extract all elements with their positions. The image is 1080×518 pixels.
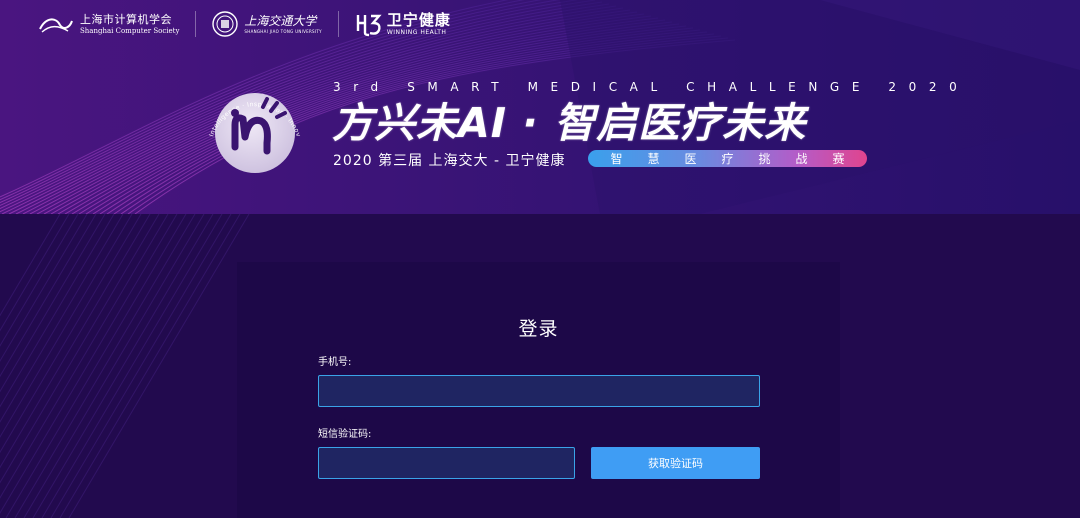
logo-divider xyxy=(337,11,339,37)
challenge-emblem-icon: Intelligence · Inspiration · Innovation xyxy=(205,75,301,173)
background-diagonal-line xyxy=(0,213,160,484)
winning-health-mark-icon xyxy=(356,14,382,37)
sjtu-logo: 上海交通大学 SHANGHAI JIAO TONG UNIVERSITY xyxy=(212,11,322,37)
phone-input[interactable] xyxy=(318,375,760,407)
csc-logo: 上海市计算机学会 Shanghai Computer Society xyxy=(38,13,179,35)
header-banner: 上海市计算机学会 Shanghai Computer Society 上海交通大… xyxy=(0,0,1080,214)
challenge-name-badge: 智慧医疗挑战赛 xyxy=(588,150,867,167)
csc-name-en: Shanghai Computer Society xyxy=(80,26,180,35)
background-diagonal-line xyxy=(0,213,133,438)
background-diagonal-line xyxy=(59,213,241,518)
background-diagonal-line xyxy=(0,213,97,378)
background-diagonal-line xyxy=(0,213,115,408)
get-code-button[interactable]: 获取验证码 xyxy=(591,447,760,479)
background-diagonal-line xyxy=(0,213,169,499)
sjtu-seal-icon xyxy=(212,11,239,37)
background-diagonal-line xyxy=(0,213,124,423)
winning-health-logo: 卫宁健康 WINNING HEALTH xyxy=(355,11,451,37)
sms-code-label: 短信验证码: xyxy=(318,429,372,440)
sms-code-input[interactable] xyxy=(318,447,575,479)
background-diagonal-line xyxy=(23,213,205,518)
challenge-name-label: 智慧医疗挑战赛 xyxy=(610,152,870,166)
logo-divider xyxy=(195,11,197,37)
background-diagonal-line xyxy=(0,213,151,469)
background-diagonal-line xyxy=(0,213,70,332)
background-diagonal-line xyxy=(14,213,196,518)
background-diagonal-line xyxy=(68,213,250,518)
challenge-main-title: 方兴未AI · 智启医疗未来 xyxy=(332,99,807,147)
background-diagonal-line xyxy=(0,213,106,393)
challenge-subtitle-en: 3rd SMART MEDICAL CHALLENGE 2020 xyxy=(333,80,970,94)
background-diagonal-line xyxy=(0,213,142,454)
background-diagonal-line xyxy=(0,213,61,317)
background-diagonal-line xyxy=(0,213,178,514)
background-diagonal-line xyxy=(5,213,187,518)
winning-health-name-cn: 卫宁健康 xyxy=(386,10,451,29)
login-title: 登录 xyxy=(518,318,559,340)
csc-emblem-icon xyxy=(39,18,73,33)
background-diagonal-line xyxy=(50,213,232,518)
sjtu-name-cn: 上海交通大学 xyxy=(244,13,317,28)
login-panel: 登录 手机号: 短信验证码: 获取验证码 xyxy=(237,262,840,518)
background-diagonal-line xyxy=(0,213,88,362)
winning-health-name-en: WINNING HEALTH xyxy=(386,28,447,36)
phone-label: 手机号: xyxy=(318,357,352,368)
challenge-edition: 2020 第三届 上海交大 - 卫宁健康 xyxy=(333,153,566,169)
background-diagonal-line xyxy=(41,213,223,518)
background-diagonal-line xyxy=(0,213,79,347)
partner-logos: 上海市计算机学会 Shanghai Computer Society 上海交通大… xyxy=(38,9,451,39)
sjtu-name-en: SHANGHAI JIAO TONG UNIVERSITY xyxy=(244,28,322,34)
csc-name-cn: 上海市计算机学会 xyxy=(80,12,172,26)
background-diagonal-line xyxy=(32,213,214,518)
